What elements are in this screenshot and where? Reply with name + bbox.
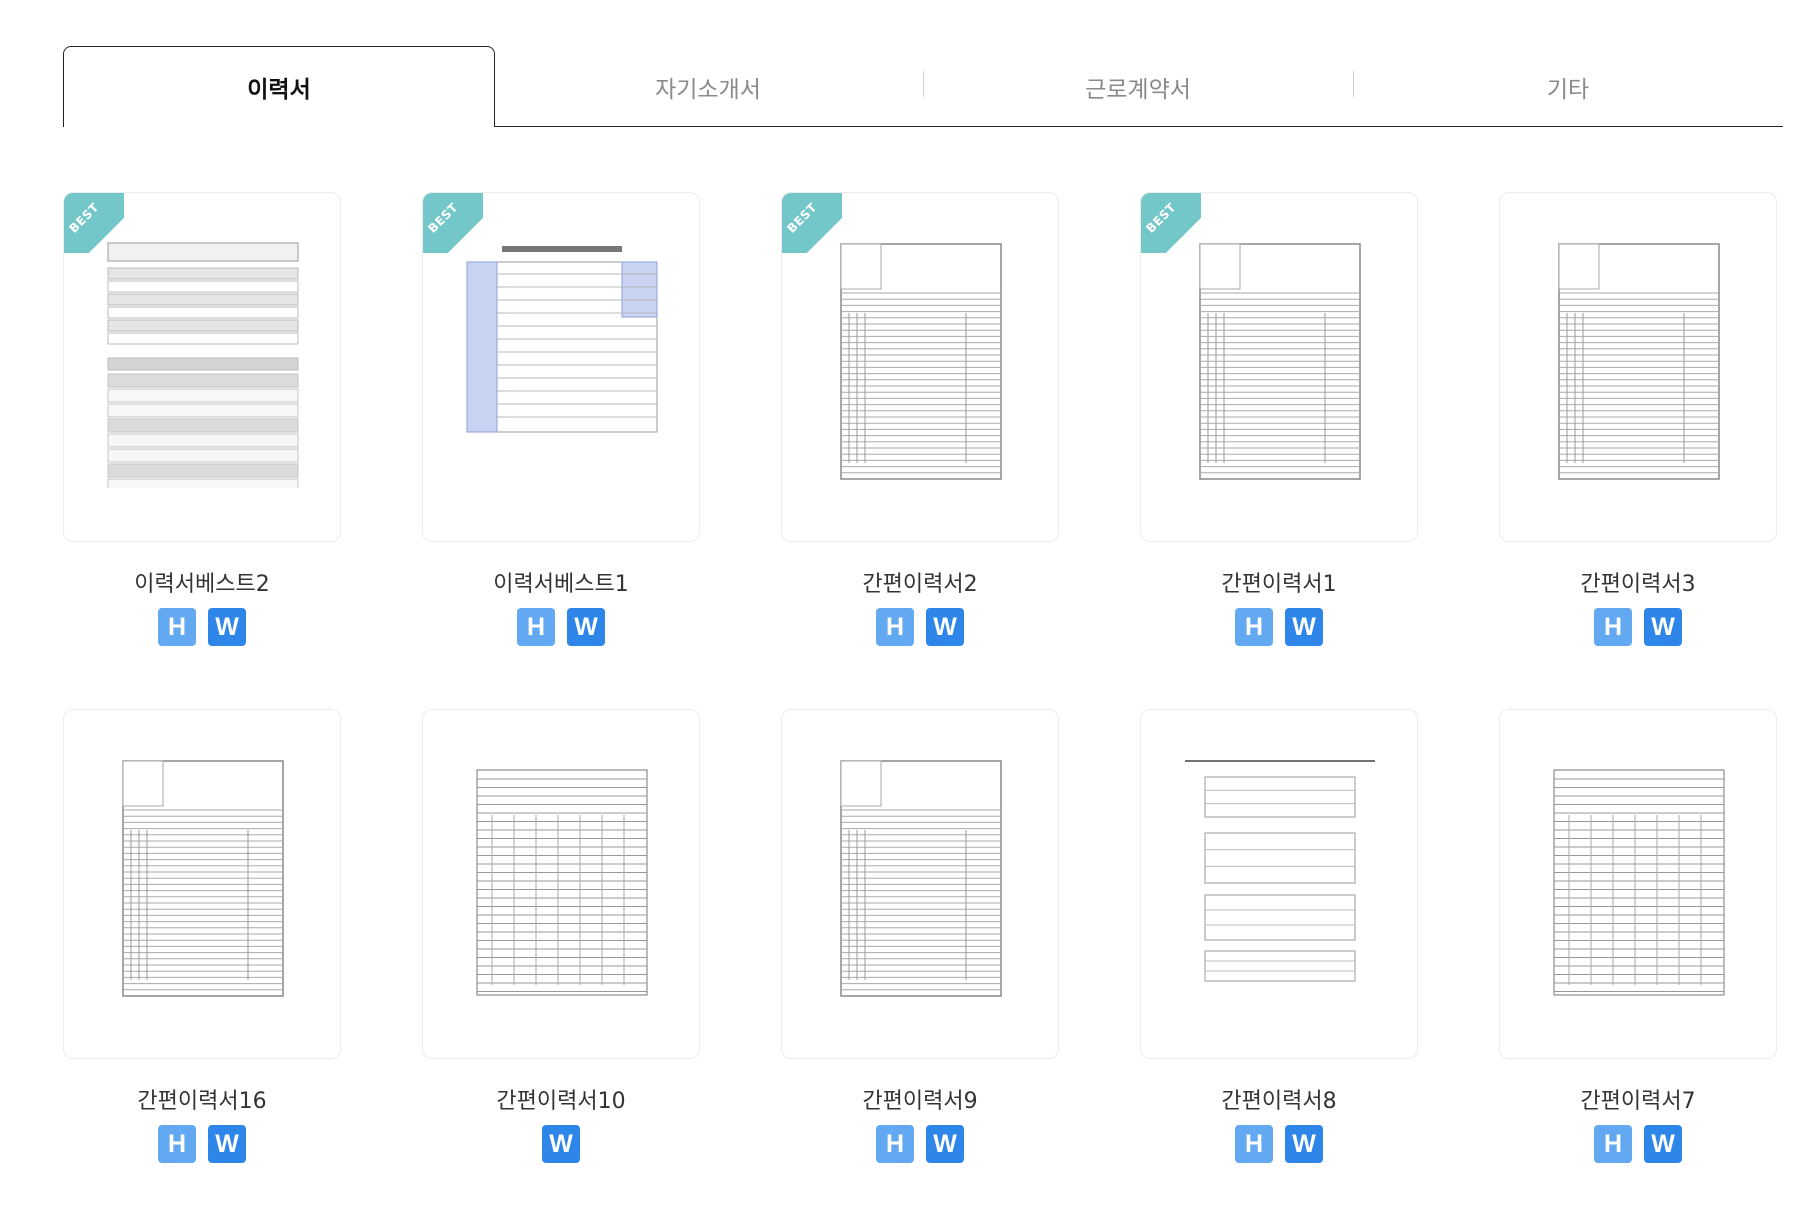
document-preview-image xyxy=(466,246,658,433)
document-preview-image xyxy=(122,760,284,997)
template-thumbnail[interactable]: BEST xyxy=(63,192,341,542)
template-title[interactable]: 간편이력서7 xyxy=(1499,1083,1777,1114)
template-thumbnail[interactable]: BEST xyxy=(422,192,700,542)
template-thumbnail[interactable]: BEST xyxy=(1140,192,1418,542)
template-title[interactable]: 간편이력서8 xyxy=(1140,1083,1418,1114)
template-card: BEST 이력서베스트1 H W xyxy=(422,192,700,646)
template-thumbnail[interactable]: BEST xyxy=(781,192,1059,542)
best-ribbon-label: BEST xyxy=(784,200,820,236)
download-format-badges: HW xyxy=(1140,1125,1418,1163)
word-download-button[interactable]: W xyxy=(542,1125,580,1163)
template-card: 간편이력서8 H W xyxy=(1140,709,1418,1163)
download-format-badges: HW xyxy=(1499,1125,1777,1163)
tab-employment-contract[interactable]: 근로계약서 xyxy=(923,46,1353,127)
word-download-button[interactable]: W xyxy=(926,1125,964,1163)
template-title[interactable]: 간편이력서1 xyxy=(1140,566,1418,597)
template-title[interactable]: 이력서베스트2 xyxy=(63,566,341,597)
template-thumbnail[interactable] xyxy=(422,709,700,1059)
document-preview-image xyxy=(476,769,648,996)
document-preview-image xyxy=(840,243,1002,480)
hwp-download-button[interactable]: H xyxy=(1235,608,1273,646)
hwp-download-button[interactable]: H xyxy=(1594,1125,1632,1163)
best-ribbon: BEST xyxy=(64,193,124,253)
download-format-badges: HW xyxy=(422,608,700,646)
document-preview-image xyxy=(1199,243,1361,480)
hwp-download-button[interactable]: H xyxy=(1594,608,1632,646)
hwp-download-button[interactable]: H xyxy=(876,1125,914,1163)
tab-other[interactable]: 기타 xyxy=(1353,46,1783,127)
template-title[interactable]: 간편이력서3 xyxy=(1499,566,1777,597)
best-ribbon: BEST xyxy=(423,193,483,253)
hwp-download-button[interactable]: H xyxy=(517,608,555,646)
download-format-badges: HW xyxy=(781,608,1059,646)
download-format-badges: HW xyxy=(63,1125,341,1163)
word-download-button[interactable]: W xyxy=(208,1125,246,1163)
template-card: 간편이력서16 H W xyxy=(63,709,341,1163)
best-ribbon: BEST xyxy=(782,193,842,253)
word-download-button[interactable]: W xyxy=(1285,608,1323,646)
hwp-download-button[interactable]: H xyxy=(1235,1125,1273,1163)
document-preview-image xyxy=(1558,243,1720,480)
download-format-badges: HW xyxy=(781,1125,1059,1163)
best-ribbon-label: BEST xyxy=(1143,200,1179,236)
template-card: BEST 이력서베스트2 H W xyxy=(63,192,341,646)
template-title[interactable]: 간편이력서2 xyxy=(781,566,1059,597)
template-title[interactable]: 간편이력서10 xyxy=(422,1083,700,1114)
template-thumbnail[interactable] xyxy=(63,709,341,1059)
word-download-button[interactable]: W xyxy=(1644,1125,1682,1163)
hwp-download-button[interactable]: H xyxy=(158,608,196,646)
hwp-download-button[interactable]: H xyxy=(876,608,914,646)
best-ribbon-label: BEST xyxy=(66,200,102,236)
document-preview-image xyxy=(1185,760,1375,982)
word-download-button[interactable]: W xyxy=(567,608,605,646)
tab-cover-letter[interactable]: 자기소개서 xyxy=(493,46,923,127)
word-download-button[interactable]: W xyxy=(1644,608,1682,646)
template-card: 간편이력서9 H W xyxy=(781,709,1059,1163)
download-format-badges: HW xyxy=(63,608,341,646)
document-category-tabs: 이력서 자기소개서 근로계약서 기타 xyxy=(63,46,1783,127)
template-card: 간편이력서3 H W xyxy=(1499,192,1777,646)
template-thumbnail[interactable] xyxy=(1499,192,1777,542)
template-thumbnail[interactable] xyxy=(1499,709,1777,1059)
template-card: BEST 간편이력서2 H W xyxy=(781,192,1059,646)
template-thumbnail[interactable] xyxy=(781,709,1059,1059)
template-card: 간편이력서10 W xyxy=(422,709,700,1163)
template-thumbnail[interactable] xyxy=(1140,709,1418,1059)
word-download-button[interactable]: W xyxy=(926,608,964,646)
download-format-badges: HW xyxy=(1140,608,1418,646)
download-format-badges: HW xyxy=(1499,608,1777,646)
template-card: BEST 간편이력서1 H W xyxy=(1140,192,1418,646)
tab-resume[interactable]: 이력서 xyxy=(63,46,495,127)
template-title[interactable]: 이력서베스트1 xyxy=(422,566,700,597)
word-download-button[interactable]: W xyxy=(1285,1125,1323,1163)
template-title[interactable]: 간편이력서16 xyxy=(63,1083,341,1114)
document-preview-image xyxy=(840,760,1002,997)
hwp-download-button[interactable]: H xyxy=(158,1125,196,1163)
best-ribbon-label: BEST xyxy=(425,200,461,236)
word-download-button[interactable]: W xyxy=(208,608,246,646)
document-preview-image xyxy=(1553,769,1725,996)
download-format-badges: W xyxy=(422,1125,700,1163)
template-card: 간편이력서7 H W xyxy=(1499,709,1777,1163)
template-title[interactable]: 간편이력서9 xyxy=(781,1083,1059,1114)
document-preview-image xyxy=(107,242,299,488)
best-ribbon: BEST xyxy=(1141,193,1201,253)
